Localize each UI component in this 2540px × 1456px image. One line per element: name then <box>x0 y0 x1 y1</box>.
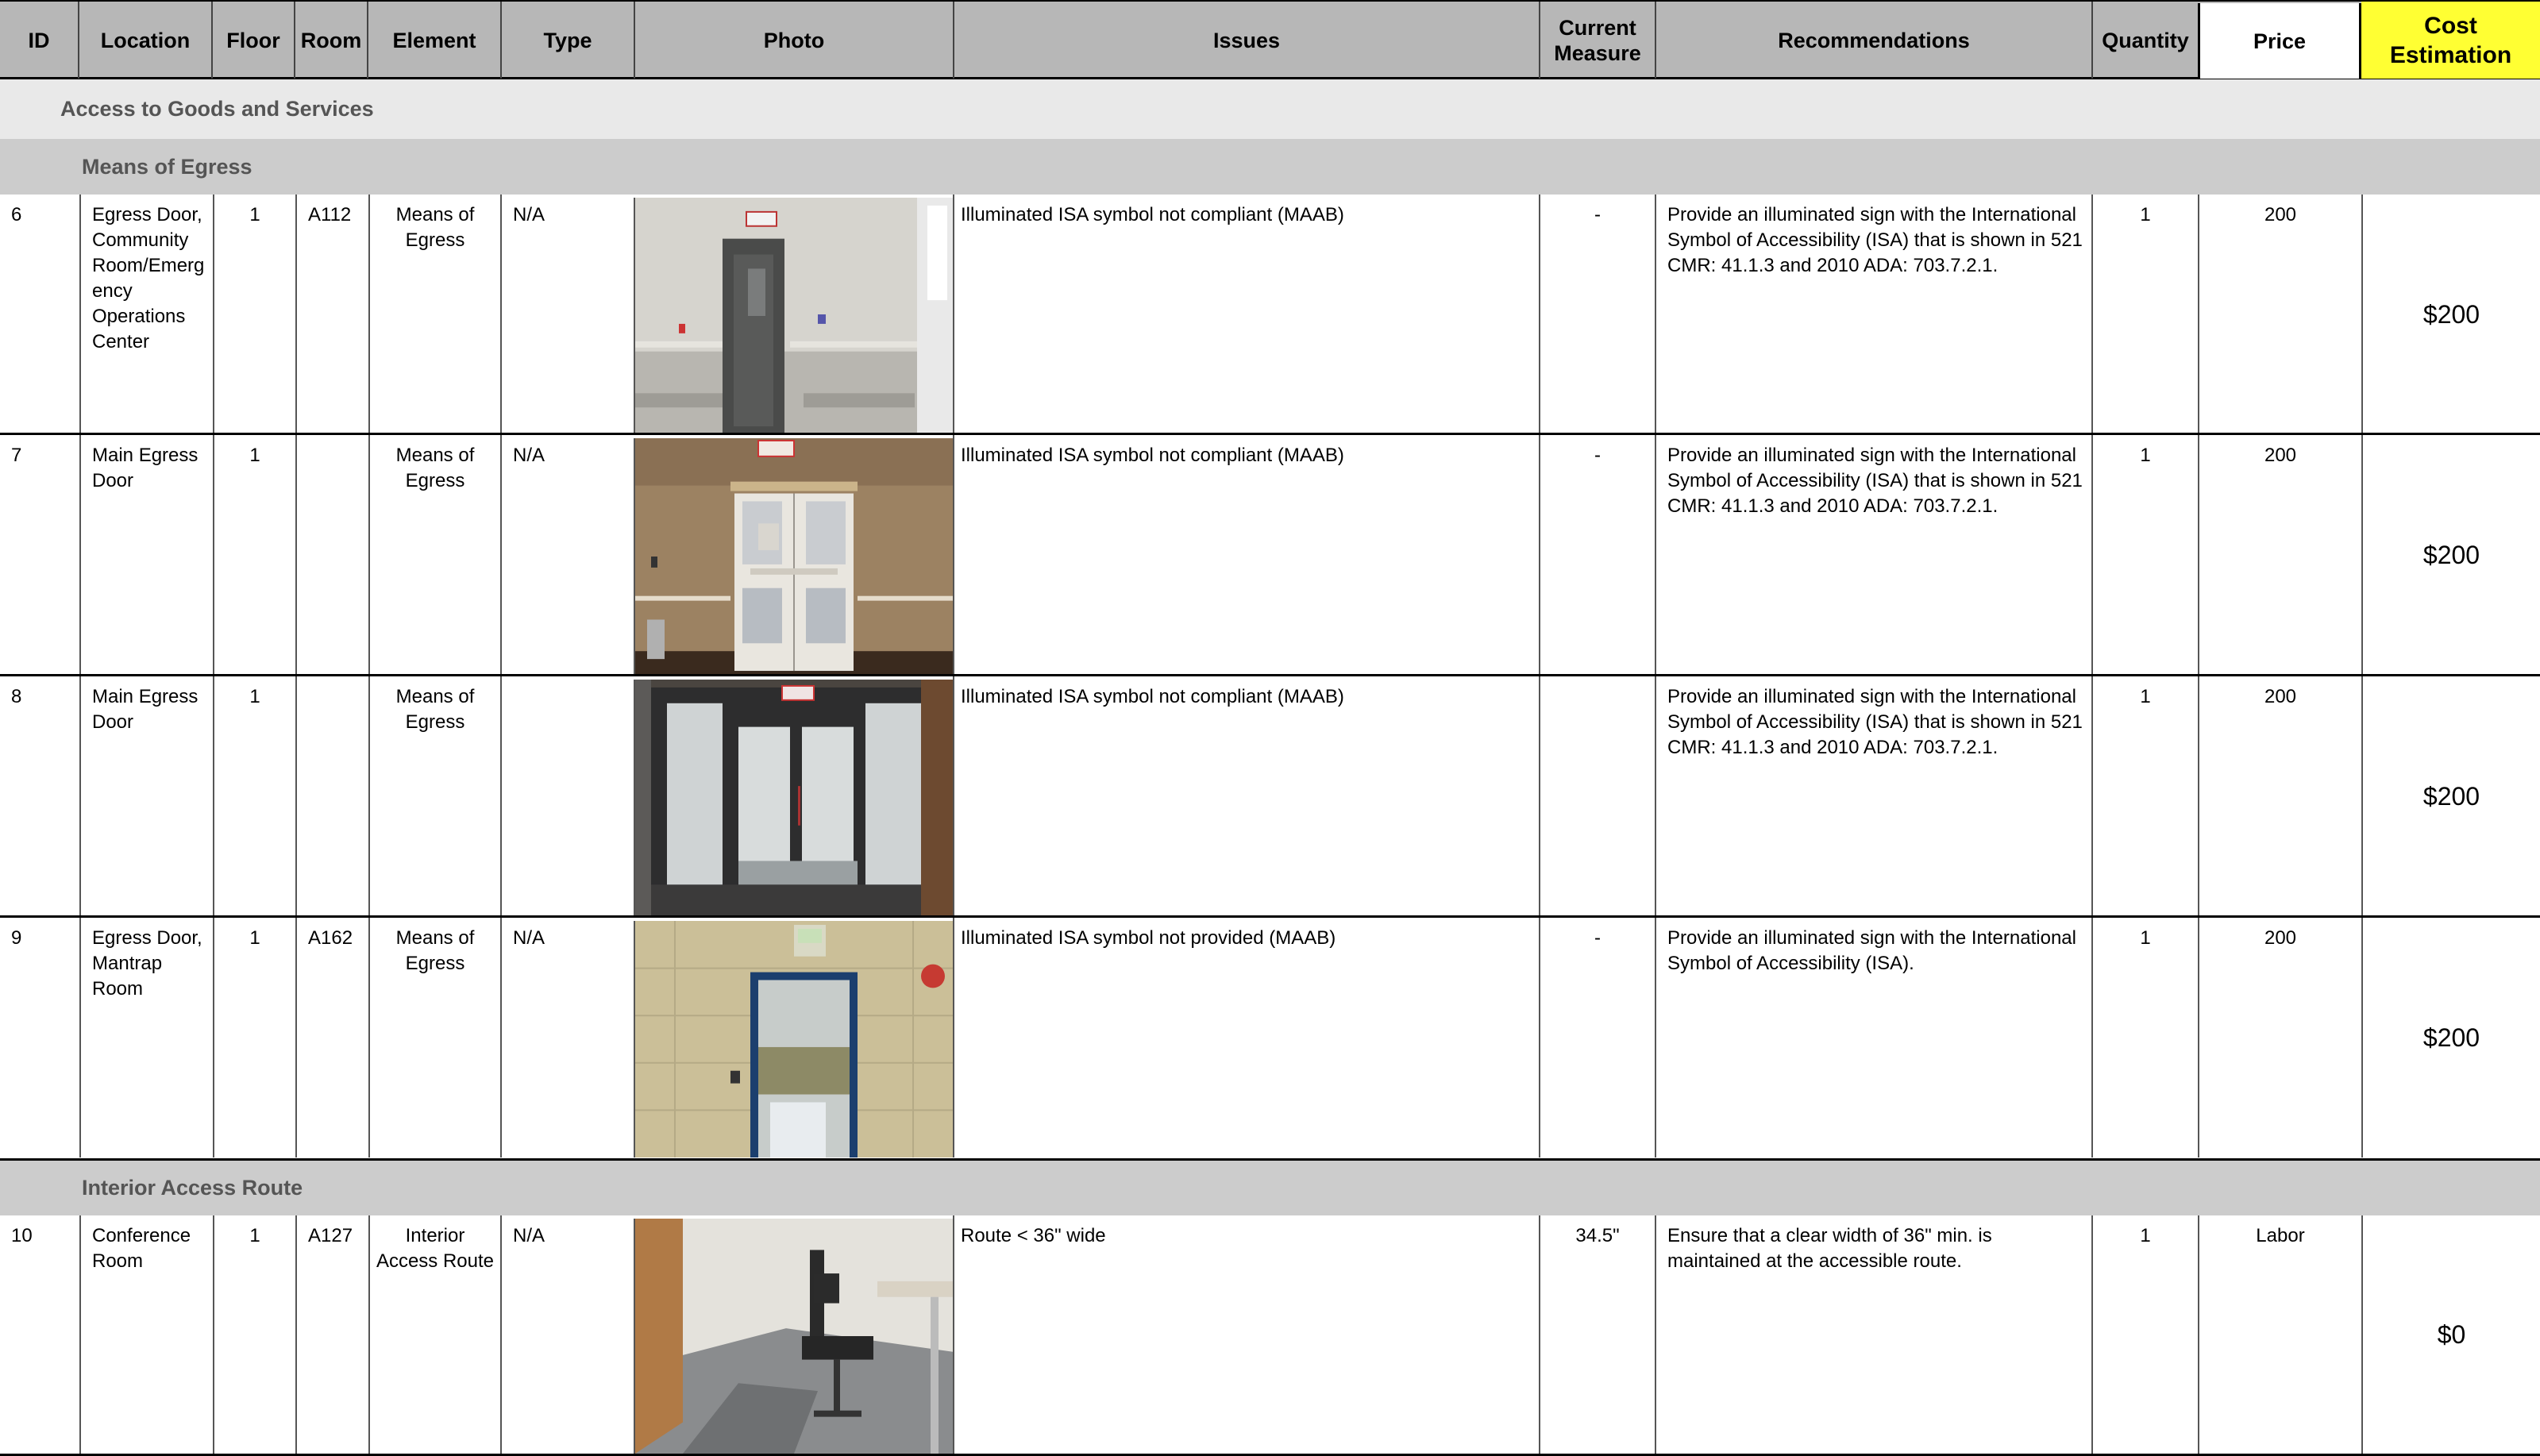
cell-id[interactable]: 6 <box>0 195 79 434</box>
header-cost-estimation[interactable]: Cost Estimation <box>2361 2 2540 79</box>
cell-quantity[interactable]: 1 <box>2091 1215 2198 1454</box>
cell-id[interactable]: 8 <box>0 676 79 916</box>
header-issues[interactable]: Issues <box>953 2 1539 79</box>
section-interior-access-route-label: Interior Access Route <box>82 1176 303 1200</box>
cell-price[interactable]: Labor <box>2198 1215 2361 1454</box>
cell-recommendations[interactable]: Ensure that a clear width of 36" min. is… <box>1655 1215 2091 1454</box>
egress-door-image <box>635 198 953 434</box>
cell-location[interactable]: Egress Door, Mantrap Room <box>79 918 213 1157</box>
header-quantity[interactable]: Quantity <box>2091 2 2198 79</box>
cell-cost[interactable]: $0 <box>2361 1215 2540 1454</box>
cell-current-measure[interactable] <box>1539 676 1655 916</box>
cell-recommendations[interactable]: Provide an illuminated sign with the Int… <box>1655 435 2091 675</box>
cell-floor[interactable]: 1 <box>213 435 295 675</box>
cell-issues[interactable]: Illuminated ISA symbol not compliant (MA… <box>953 195 1539 434</box>
header-location[interactable]: Location <box>78 2 211 79</box>
cell-recommendations[interactable]: Provide an illuminated sign with the Int… <box>1655 918 2091 1157</box>
section-means-of-egress-label: Means of Egress <box>82 154 252 179</box>
cell-floor[interactable]: 1 <box>213 676 295 916</box>
cell-price[interactable]: 200 <box>2198 195 2361 434</box>
cell-cost[interactable]: $200 <box>2361 195 2540 434</box>
cell-issues[interactable]: Illuminated ISA symbol not compliant (MA… <box>953 435 1539 675</box>
cell-type[interactable]: N/A <box>500 1215 634 1454</box>
cell-quantity[interactable]: 1 <box>2091 918 2198 1157</box>
cell-location[interactable]: Main Egress Door <box>79 676 213 916</box>
header-room[interactable]: Room <box>294 2 367 79</box>
cell-floor[interactable]: 1 <box>213 918 295 1157</box>
cell-recommendations[interactable]: Provide an illuminated sign with the Int… <box>1655 195 2091 434</box>
cell-recommendations[interactable]: Provide an illuminated sign with the Int… <box>1655 676 2091 916</box>
double-door-photo[interactable] <box>634 438 953 675</box>
mantrap-door-image <box>635 921 953 1157</box>
cell-element[interactable]: Means of Egress <box>368 195 500 434</box>
cell-cost[interactable]: $200 <box>2361 435 2540 675</box>
cell-quantity[interactable]: 1 <box>2091 195 2198 434</box>
cell-element[interactable]: Means of Egress <box>368 676 500 916</box>
cell-floor[interactable]: 1 <box>213 1215 295 1454</box>
cell-cost[interactable]: $200 <box>2361 918 2540 1157</box>
cell-element[interactable]: Means of Egress <box>368 918 500 1157</box>
cell-quantity[interactable]: 1 <box>2091 435 2198 675</box>
cell-type[interactable]: N/A <box>500 195 634 434</box>
section-means-of-egress: Means of Egress <box>0 139 2540 195</box>
table-header: ID Location Floor Room Element Type Phot… <box>0 0 2540 79</box>
cell-location[interactable]: Conference Room <box>79 1215 213 1454</box>
cell-current-measure[interactable]: 34.5" <box>1539 1215 1655 1454</box>
section-category-label: Access to Goods and Services <box>60 97 374 121</box>
table-row: 6 Egress Door, Community Room/Emerg ency… <box>0 195 2540 434</box>
mantrap-door-photo[interactable] <box>634 921 953 1157</box>
cell-current-measure[interactable]: - <box>1539 918 1655 1157</box>
cell-id[interactable]: 7 <box>0 435 79 675</box>
cell-element[interactable]: Interior Access Route <box>368 1215 500 1454</box>
header-current-measure[interactable]: Current Measure <box>1539 2 1655 79</box>
cell-price[interactable]: 200 <box>2198 676 2361 916</box>
cell-id[interactable]: 10 <box>0 1215 79 1454</box>
vestibule-doors-photo[interactable] <box>634 680 953 916</box>
conference-room-image <box>635 1219 953 1454</box>
cell-issues[interactable]: Route < 36" wide <box>953 1215 1539 1454</box>
cell-location[interactable]: Egress Door, Community Room/Emerg ency O… <box>79 195 213 434</box>
cell-issues[interactable]: Illuminated ISA symbol not compliant (MA… <box>953 676 1539 916</box>
double-door-image <box>635 438 953 675</box>
cell-location[interactable]: Main Egress Door <box>79 435 213 675</box>
table-row: 10 Conference Room 1 A127 Interior Acces… <box>0 1215 2540 1454</box>
header-price[interactable]: Price <box>2198 3 2361 79</box>
egress-door-photo[interactable] <box>634 198 953 434</box>
vestibule-doors-image <box>635 680 953 916</box>
cell-cost[interactable]: $200 <box>2361 676 2540 916</box>
cell-issues[interactable]: Illuminated ISA symbol not provided (MAA… <box>953 918 1539 1157</box>
cell-id[interactable]: 9 <box>0 918 79 1157</box>
cell-room[interactable] <box>295 435 368 675</box>
header-type[interactable]: Type <box>500 2 634 79</box>
cell-floor[interactable]: 1 <box>213 195 295 434</box>
cell-room[interactable]: A112 <box>295 195 368 434</box>
header-floor[interactable]: Floor <box>211 2 294 79</box>
table-row: 9 Egress Door, Mantrap Room 1 A162 Means… <box>0 918 2540 1157</box>
cell-element[interactable]: Means of Egress <box>368 435 500 675</box>
table-row: 7 Main Egress Door 1 Means of Egress N/A <box>0 435 2540 675</box>
cell-room[interactable]: A162 <box>295 918 368 1157</box>
header-photo[interactable]: Photo <box>634 2 953 79</box>
cell-room[interactable] <box>295 676 368 916</box>
table-row: 8 Main Egress Door 1 Means of Egress Ill… <box>0 676 2540 916</box>
header-element[interactable]: Element <box>367 2 500 79</box>
cell-current-measure[interactable]: - <box>1539 195 1655 434</box>
section-interior-access-route: Interior Access Route <box>0 1158 2540 1215</box>
cell-price[interactable]: 200 <box>2198 435 2361 675</box>
cell-type[interactable]: N/A <box>500 435 634 675</box>
cell-quantity[interactable]: 1 <box>2091 676 2198 916</box>
cell-current-measure[interactable]: - <box>1539 435 1655 675</box>
conference-room-photo[interactable] <box>634 1219 953 1454</box>
section-category: Access to Goods and Services <box>0 79 2540 139</box>
header-recommendations[interactable]: Recommendations <box>1655 2 2091 79</box>
cell-price[interactable]: 200 <box>2198 918 2361 1157</box>
spreadsheet: ID Location Floor Room Element Type Phot… <box>0 0 2540 1456</box>
header-id[interactable]: ID <box>0 2 78 79</box>
cell-type[interactable] <box>500 676 634 916</box>
cell-room[interactable]: A127 <box>295 1215 368 1454</box>
cell-type[interactable]: N/A <box>500 918 634 1157</box>
